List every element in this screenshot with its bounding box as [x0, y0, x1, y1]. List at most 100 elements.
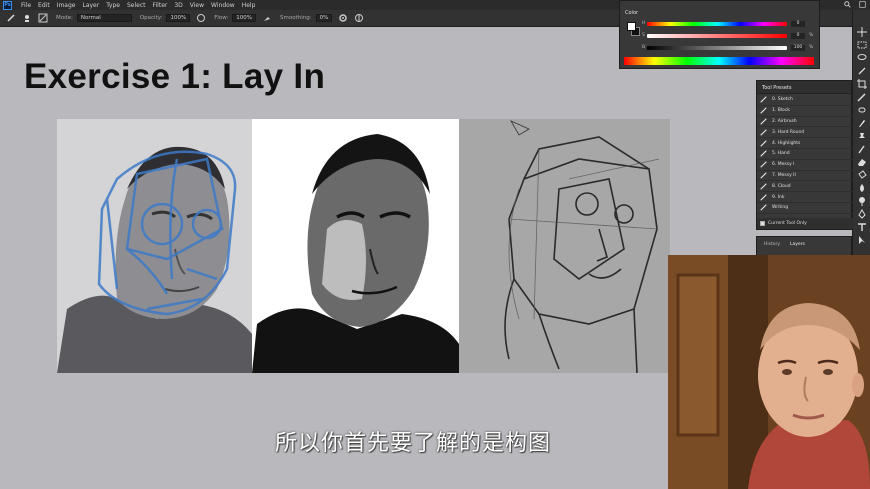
brush-preset-icon [760, 107, 767, 114]
subtitle-caption: 所以你首先要了解的是构图 [275, 431, 552, 456]
preset-item[interactable]: 0. Sketch [757, 95, 853, 106]
preset-item[interactable]: Writing [757, 203, 853, 214]
preset-item[interactable]: 1. Block [757, 106, 853, 117]
path-select-icon[interactable] [857, 235, 867, 245]
brightness-slider[interactable] [647, 46, 787, 50]
smoothing-settings-icon[interactable] [338, 13, 348, 23]
opacity-field[interactable]: 100% [166, 14, 191, 22]
preset-item[interactable]: 6. Messy I [757, 160, 853, 171]
menu-window[interactable]: Window [211, 2, 235, 9]
tab-history[interactable]: History [764, 242, 780, 247]
quick-select-icon[interactable] [857, 66, 867, 76]
tool-presets-footer: Current Tool Only [757, 218, 853, 229]
type-icon[interactable] [857, 222, 867, 232]
color-tab[interactable]: Color [625, 10, 638, 16]
hue-value[interactable]: 0 [791, 21, 805, 27]
preset-item[interactable]: 7. Messy II [757, 171, 853, 182]
tool-presets-panel: Tool Presets 0. Sketch 1. Block 2. Airbr… [756, 80, 853, 230]
saturation-label: S [642, 33, 645, 38]
brightness-value[interactable]: 100 [791, 45, 805, 51]
portrait-with-construction-lines [57, 119, 252, 373]
brush-preset-icon [760, 150, 767, 158]
brush-preset-icon [760, 161, 767, 168]
tool-presets-title[interactable]: Tool Presets [757, 81, 851, 94]
workspace-controls [844, 1, 866, 8]
menu-select[interactable]: Select [127, 2, 146, 9]
brightness-unit: % [809, 45, 814, 50]
layers-panel: History Layers [756, 236, 852, 256]
brush-preset-icon [760, 118, 767, 125]
menu-image[interactable]: Image [57, 2, 76, 9]
stamp-icon[interactable] [857, 131, 867, 141]
hue-slider[interactable] [647, 22, 787, 26]
pressure-size-icon[interactable] [354, 13, 364, 23]
tool-presets-list: 0. Sketch 1. Block 2. Airbrush 3. Hard R… [757, 95, 853, 214]
brush-preset-icon [760, 204, 767, 212]
menu-edit[interactable]: Edit [38, 2, 50, 9]
menu-3d[interactable]: 3D [174, 2, 182, 9]
eyedropper-icon[interactable] [856, 92, 867, 102]
crop-icon[interactable] [856, 79, 867, 89]
flow-field[interactable]: 100% [232, 14, 257, 22]
menu-help[interactable]: Help [242, 2, 256, 9]
photoshop-logo: Ps [3, 0, 12, 10]
flow-label: Flow: [214, 15, 229, 21]
preset-label: 2. Airbrush [772, 118, 797, 124]
smoothing-field[interactable]: 0% [315, 14, 333, 22]
menu-type[interactable]: Type [106, 2, 120, 9]
preset-label: 5. Hand [772, 151, 790, 157]
brush-preset-icon [760, 183, 767, 190]
brush-preset-icon [760, 96, 767, 104]
blur-icon[interactable] [857, 183, 867, 193]
tab-layers[interactable]: Layers [790, 242, 805, 247]
marquee-icon[interactable] [857, 40, 867, 50]
current-tool-only-checkbox[interactable] [760, 221, 765, 226]
preset-label: 7. Messy II [772, 172, 796, 178]
color-spectrum-ramp[interactable] [624, 57, 814, 65]
preset-item[interactable]: 9. Ink [757, 192, 853, 203]
hue-label: H [642, 21, 646, 26]
preset-label: 4. Highlights [772, 140, 801, 146]
preset-label: 3. Hard Round [772, 129, 805, 135]
mode-label: Mode: [56, 15, 73, 21]
preset-label: 0. Sketch [772, 97, 793, 103]
brush-panel-icon[interactable] [38, 13, 48, 23]
exercise-title: Exercise 1: Lay In [24, 57, 326, 96]
reference-portrait [252, 119, 459, 373]
history-brush-icon[interactable] [857, 144, 867, 154]
mode-select[interactable]: Normal [76, 14, 132, 22]
brush-tool-icon[interactable] [857, 118, 867, 128]
saturation-slider[interactable] [647, 34, 787, 38]
preset-item[interactable]: 5. Hand [757, 149, 853, 160]
preset-item[interactable]: 3. Hard Round [757, 127, 853, 139]
saturation-value[interactable]: 0 [791, 33, 805, 39]
preset-label: 6. Messy I [772, 162, 795, 168]
brush-preset-picker-icon[interactable] [22, 13, 32, 23]
bucket-icon[interactable] [857, 170, 867, 180]
preset-label: 8. Cloud [772, 183, 791, 189]
search-icon[interactable] [844, 1, 851, 8]
lasso-icon[interactable] [857, 53, 867, 63]
preset-label: 9. Ink [772, 194, 785, 200]
airbrush-icon[interactable] [262, 13, 272, 23]
brush-preset-icon [760, 139, 767, 147]
preset-item[interactable]: 2. Airbrush [757, 117, 853, 128]
dodge-icon[interactable] [857, 196, 867, 206]
pressure-opacity-icon[interactable] [196, 13, 206, 23]
preset-item[interactable]: 4. Highlights [757, 138, 853, 149]
eraser-icon[interactable] [857, 157, 867, 167]
menu-view[interactable]: View [190, 2, 204, 9]
pen-icon[interactable] [857, 209, 867, 219]
brightness-label: B [642, 45, 646, 50]
brush-icon[interactable] [6, 13, 16, 23]
preset-item[interactable]: 8. Cloud [757, 181, 853, 193]
foreground-color-swatch[interactable] [627, 22, 636, 31]
healing-icon[interactable] [857, 105, 867, 115]
preset-label: 1. Block [772, 108, 790, 114]
menu-file[interactable]: File [21, 2, 31, 9]
preset-label: Writing [772, 205, 789, 211]
move-icon[interactable] [856, 27, 867, 37]
menu-filter[interactable]: Filter [153, 2, 168, 9]
workspace-icon[interactable] [859, 1, 866, 8]
menu-layer[interactable]: Layer [82, 2, 99, 9]
